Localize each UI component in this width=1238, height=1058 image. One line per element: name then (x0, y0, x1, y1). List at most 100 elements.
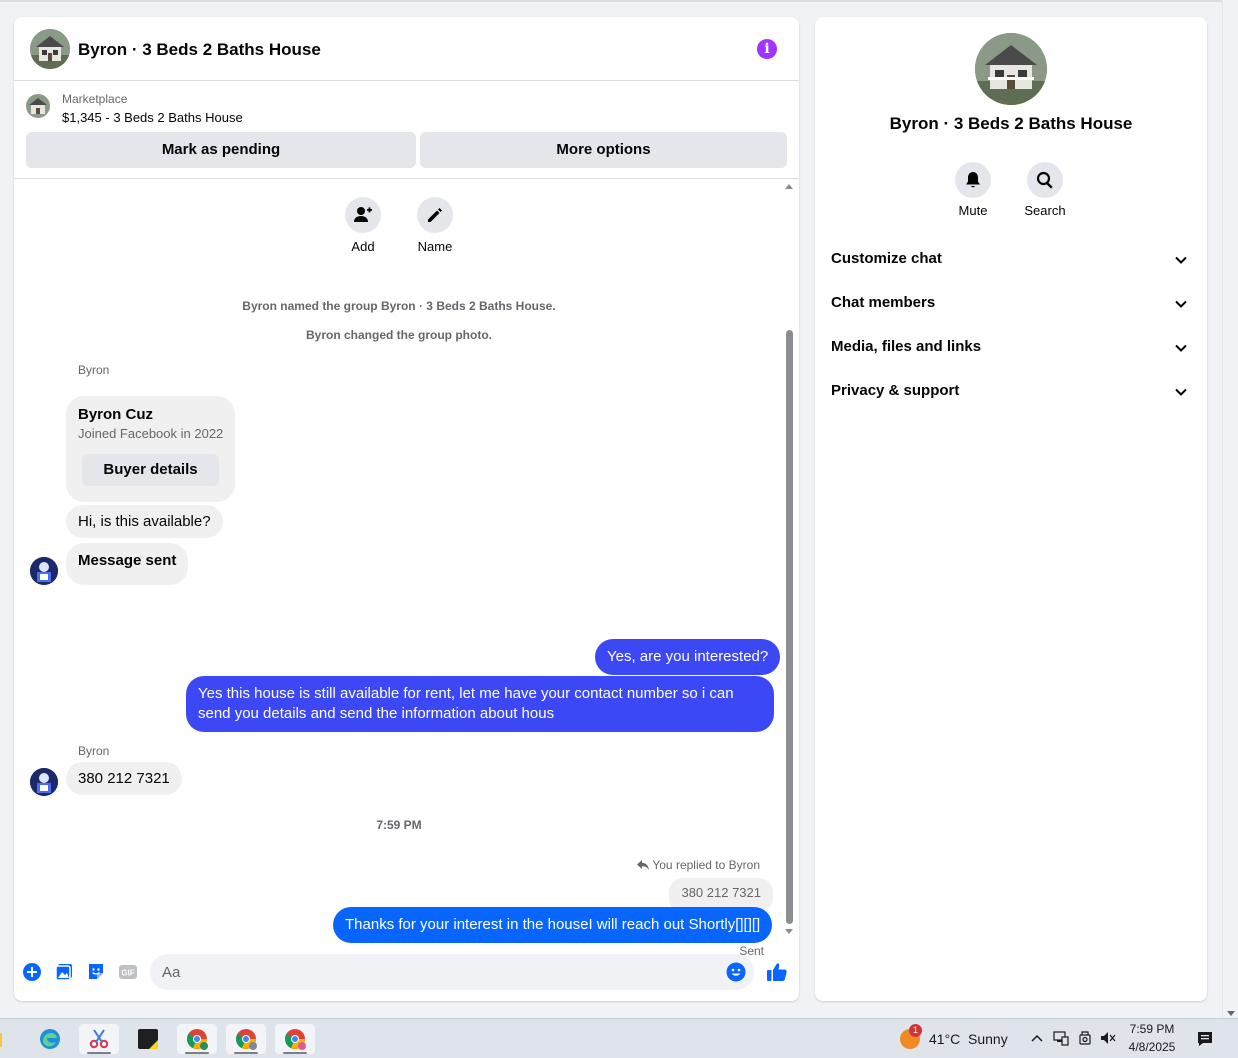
chevron-down-icon (1175, 344, 1187, 352)
scroll-down-arrow-icon[interactable] (785, 929, 793, 934)
mark-as-pending-button[interactable]: Mark as pending (26, 132, 416, 168)
notification-badge: 1 (909, 1024, 922, 1037)
taskbar-sticky-notes[interactable] (128, 1024, 168, 1054)
incoming-message[interactable]: Hi, is this available? (66, 505, 223, 538)
marketplace-banner: Marketplace $1,345 - 3 Beds 2 Baths Hous… (14, 82, 799, 179)
svg-text:GIF: GIF (121, 969, 134, 978)
chevron-down-icon (1175, 256, 1187, 264)
reply-note-text: You replied to Byron (652, 858, 760, 872)
sender-name: Byron (78, 744, 110, 758)
incoming-message[interactable]: 380 212 7321 (66, 762, 182, 795)
scrollbar-thumb[interactable] (786, 330, 793, 924)
listing-thumbnail[interactable] (26, 94, 50, 118)
page-scrollbar[interactable] (1222, 0, 1238, 1018)
chrome-icon (236, 1029, 257, 1050)
chat-members-section[interactable]: Chat members (831, 294, 1191, 318)
sender-avatar[interactable] (30, 768, 58, 796)
section-label: Customize chat (831, 250, 942, 267)
taskbar-snipping-tool[interactable] (79, 1024, 119, 1054)
info-icon[interactable]: i (757, 39, 777, 59)
network-icon[interactable] (1053, 1030, 1069, 1046)
system-message: Byron changed the group photo. (306, 328, 492, 342)
reply-arrow-icon (637, 860, 650, 870)
active-indicator (283, 1052, 307, 1054)
sticky-notes-icon (138, 1029, 158, 1049)
taskbar-chrome-profile-3[interactable] (275, 1024, 315, 1054)
reply-note: You replied to Byron (637, 858, 760, 872)
chevron-up-icon[interactable] (1029, 1030, 1045, 1046)
message-input-wrapper (150, 954, 754, 990)
more-options-button[interactable]: More options (420, 132, 787, 168)
add-person-icon (354, 207, 372, 222)
system-message: Byron named the group Byron · 3 Beds 2 B… (242, 299, 556, 313)
meet-now-icon[interactable] (1077, 1030, 1093, 1046)
windows-taskbar: 1 41°C Sunny 7:59 PM 4/8/2025 (0, 1018, 1238, 1058)
notification-center-icon[interactable] (1197, 1031, 1213, 1047)
chat-title: Byron · 3 Beds 2 Baths House (78, 40, 321, 59)
chrome-icon (187, 1029, 208, 1050)
sender-name: Byron (78, 363, 110, 377)
thread-scrollbar[interactable] (782, 180, 796, 940)
group-photo[interactable] (975, 33, 1047, 105)
taskbar-chrome-profile-1[interactable] (177, 1024, 217, 1054)
chat-header: Byron · 3 Beds 2 Baths House i (14, 17, 799, 81)
sender-avatar[interactable] (30, 557, 58, 585)
message-timestamp: 7:59 PM (376, 818, 422, 832)
add-label: Add (351, 239, 375, 254)
group-avatar[interactable] (30, 29, 70, 69)
section-label: Privacy & support (831, 382, 960, 399)
search-button[interactable] (1027, 162, 1063, 198)
active-indicator (234, 1052, 258, 1054)
incoming-message[interactable]: Message sent (66, 543, 189, 585)
chevron-down-icon (1175, 300, 1187, 308)
chrome-icon (285, 1029, 306, 1050)
temperature: 41°C (929, 1031, 961, 1047)
volume-muted-icon[interactable] (1100, 1030, 1116, 1046)
gif-icon[interactable]: GIF (118, 962, 138, 982)
active-indicator (87, 1052, 111, 1054)
add-people-button[interactable] (345, 197, 381, 233)
taskbar-chrome-profile-2[interactable] (226, 1024, 266, 1054)
chevron-down-icon (1175, 388, 1187, 396)
clock-time[interactable]: 7:59 PM (1126, 1022, 1178, 1036)
edge-icon (40, 1029, 60, 1049)
media-files-links-section[interactable]: Media, files and links (831, 338, 1191, 362)
thumbs-up-icon[interactable] (766, 961, 788, 983)
edit-name-button[interactable] (417, 197, 453, 233)
buyer-details-button[interactable]: Buyer details (82, 454, 219, 486)
plus-circle-icon[interactable] (22, 962, 42, 982)
section-label: Media, files and links (831, 338, 982, 355)
outgoing-message[interactable]: Yes this house is still available for re… (186, 676, 774, 732)
marketplace-label: Marketplace (62, 92, 128, 106)
mute-button[interactable] (955, 162, 991, 198)
bell-icon (966, 172, 980, 188)
weather-condition: Sunny (968, 1031, 1008, 1047)
buyer-profile-card: Byron Cuz Joined Facebook in 2022 Buyer … (66, 396, 235, 502)
scroll-up-arrow-icon[interactable] (785, 184, 793, 189)
clock-date[interactable]: 4/8/2025 (1126, 1040, 1178, 1054)
active-indicator (185, 1052, 209, 1054)
outgoing-message[interactable]: Yes, are you interested? (595, 639, 781, 675)
search-icon (1036, 171, 1053, 189)
info-panel-title: Byron · 3 Beds 2 Baths House (889, 114, 1133, 133)
outgoing-message[interactable]: Thanks for your interest in the houseI w… (333, 907, 773, 943)
folder-icon (0, 1033, 2, 1047)
sticker-icon[interactable] (86, 962, 106, 982)
customize-chat-section[interactable]: Customize chat (831, 250, 1191, 274)
profile-name[interactable]: Byron Cuz (78, 406, 153, 423)
privacy-support-section[interactable]: Privacy & support (831, 382, 1191, 406)
taskbar-file-explorer[interactable] (0, 1024, 12, 1054)
taskbar-edge[interactable] (30, 1024, 70, 1054)
emoji-icon[interactable] (726, 962, 746, 982)
pencil-icon (428, 208, 442, 222)
section-label: Chat members (831, 294, 936, 311)
photo-icon[interactable] (54, 962, 74, 982)
listing-title[interactable]: $1,345 - 3 Beds 2 Baths House (62, 110, 243, 125)
scissors-icon (89, 1029, 109, 1049)
search-label: Search (1024, 203, 1066, 218)
page-scroll-down-icon[interactable] (1227, 1011, 1235, 1016)
browser-top-border (0, 0, 1222, 2)
message-composer: GIF (14, 940, 799, 1001)
message-thread[interactable]: Add Name Byron named the group Byron · 3… (14, 180, 799, 958)
message-input[interactable] (162, 954, 712, 990)
